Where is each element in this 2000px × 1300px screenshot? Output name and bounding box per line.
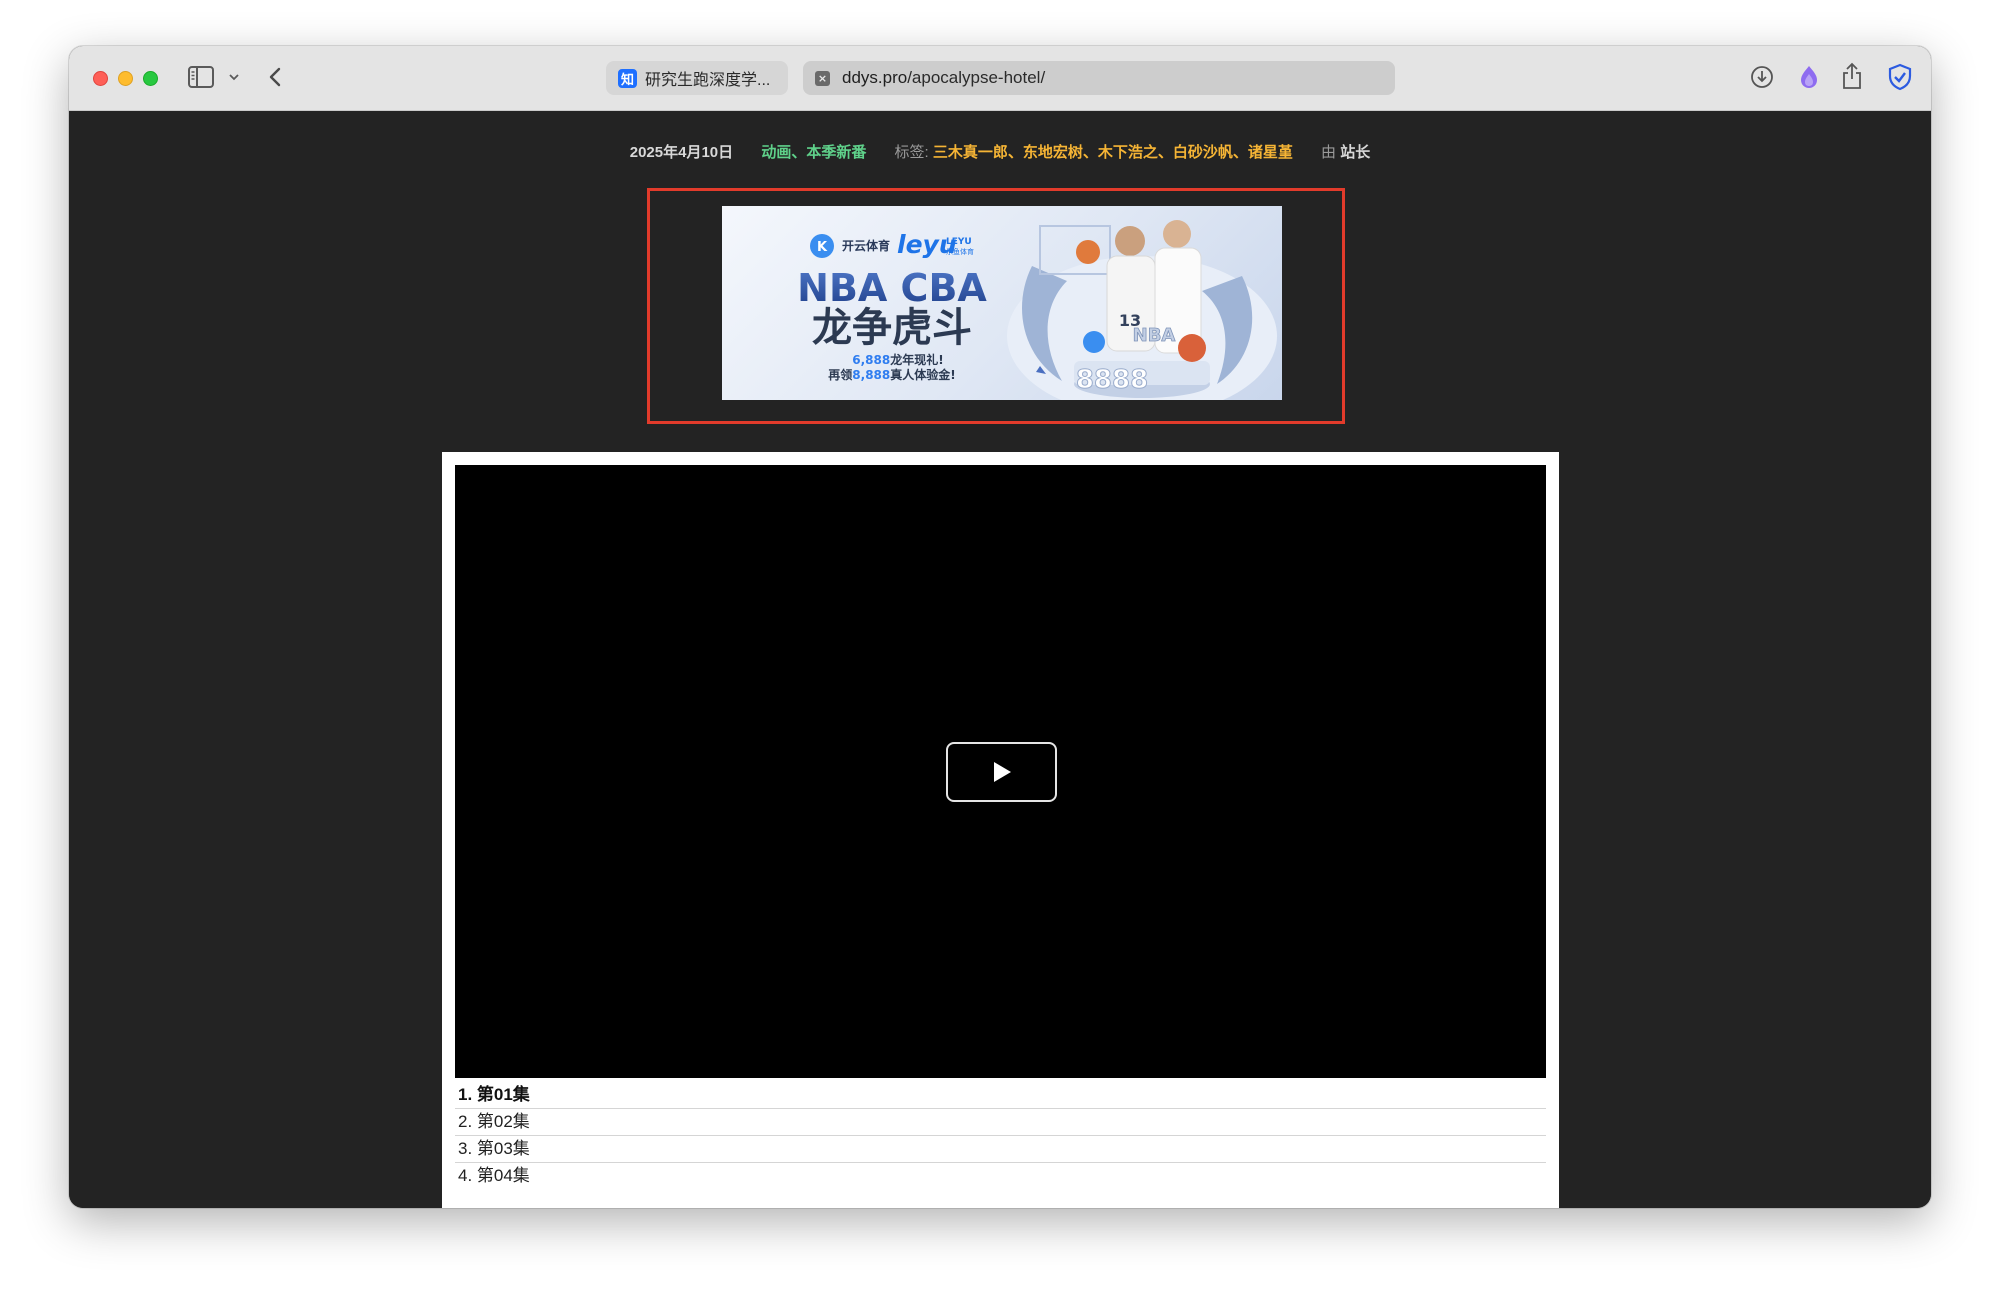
post-author[interactable]: 站长: [1340, 144, 1370, 161]
ad-line1: 6,888龙年现礼!: [852, 352, 943, 367]
ad-subheadline: 龙争虎斗: [812, 305, 972, 351]
episode-list: 1. 第01集 2. 第02集 3. 第03集 4. 第04集: [455, 1082, 1546, 1190]
ad-nba-text: NBA: [1133, 325, 1176, 346]
ad-banner-graphic: K 开云体育 leyu LEYU 乐鱼体育 NBA CBA 龙争虎斗 6,888…: [797, 220, 1277, 400]
close-window-button[interactable]: [93, 71, 108, 86]
episode-item[interactable]: 1. 第01集: [455, 1082, 1546, 1109]
episode-item[interactable]: 2. 第02集: [455, 1109, 1546, 1136]
episode-item[interactable]: 3. 第03集: [455, 1136, 1546, 1163]
post-tags[interactable]: 三木真一郎、东地宏树、木下浩之、白砂沙帆、诸星堇: [933, 144, 1293, 161]
post-categories[interactable]: 动画、本季新番: [761, 144, 866, 161]
download-icon[interactable]: [1750, 65, 1774, 89]
address-url: ddys.pro/apocalypse-hotel/: [842, 68, 1045, 88]
tags-label: 标签:: [894, 144, 929, 161]
ad-line2: 再领8,888真人体验金!: [828, 367, 955, 382]
share-icon[interactable]: [1841, 62, 1863, 90]
browser-toolbar: 知 研究生跑深度学... × ddys.pro/apocalypse-hotel…: [69, 46, 1931, 111]
ad-k-logo: K: [817, 240, 828, 255]
ad-brand2-sub: LEYU: [946, 237, 972, 247]
browser-tab[interactable]: 知 研究生跑深度学...: [606, 61, 788, 95]
extension-flame-icon[interactable]: [1798, 64, 1820, 90]
episode-item[interactable]: 4. 第04集: [455, 1163, 1546, 1190]
ad-brand1: 开云体育: [842, 238, 890, 253]
video-player-card: 1. 第01集 2. 第02集 3. 第03集 4. 第04集: [442, 452, 1559, 1208]
tab-title: 研究生跑深度学...: [645, 72, 771, 89]
play-button[interactable]: [946, 742, 1057, 802]
minimize-window-button[interactable]: [118, 71, 133, 86]
zoom-window-button[interactable]: [143, 71, 158, 86]
zhihu-favicon-icon: 知: [618, 68, 637, 88]
browser-window: 知 研究生跑深度学... × ddys.pro/apocalypse-hotel…: [69, 46, 1931, 1208]
address-path: /apocalypse-hotel/: [907, 68, 1046, 87]
video-player[interactable]: [455, 465, 1546, 1078]
chevron-down-icon[interactable]: [228, 72, 240, 82]
ad-pedestal-text: 8888: [1076, 365, 1148, 395]
ad-banner[interactable]: K 开云体育 leyu LEYU 乐鱼体育 NBA CBA 龙争虎斗 6,888…: [722, 206, 1282, 400]
shield-check-icon[interactable]: [1887, 63, 1913, 91]
sidebar-toggle-icon[interactable]: [188, 66, 214, 88]
back-arrow-icon[interactable]: [268, 66, 282, 88]
post-date: 2025年4月10日: [629, 144, 734, 161]
page-content: 2025年4月10日 动画、本季新番 标签: 三木真一郎、东地宏树、木下浩之、白…: [69, 111, 1931, 1208]
address-domain: ddys.pro: [842, 68, 908, 87]
post-meta: 2025年4月10日 动画、本季新番 标签: 三木真一郎、东地宏树、木下浩之、白…: [69, 141, 1931, 162]
author-prefix: 由: [1321, 144, 1337, 161]
ad-highlight-box: K 开云体育 leyu LEYU 乐鱼体育 NBA CBA 龙争虎斗 6,888…: [647, 188, 1345, 424]
site-favicon-icon: ×: [815, 70, 830, 86]
address-bar[interactable]: × ddys.pro/apocalypse-hotel/ 文 A: [803, 61, 1395, 95]
play-icon: [993, 762, 1011, 782]
ad-headline: NBA CBA: [797, 266, 987, 310]
ad-brand2-sub2: 乐鱼体育: [946, 247, 974, 256]
